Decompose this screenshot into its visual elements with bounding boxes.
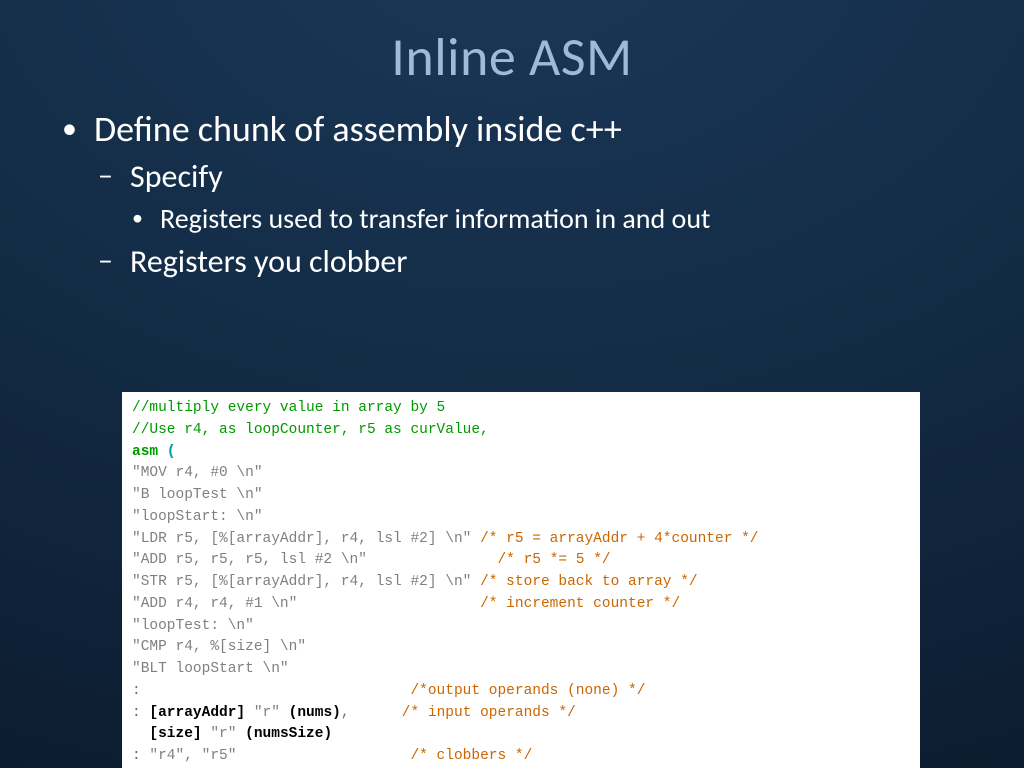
code-clob-comment: /* clobbers */ [410,748,532,764]
code-str-5: "STR r5, [%[arrayAddr], r4, lsl #2] \n" [132,574,471,590]
code-comma-0: , [341,705,350,721]
code-str-6: "ADD r4, r4, #1 \n" [132,596,297,612]
bullet-l2-1-text: Registers you clobber [130,242,407,281]
bullet-l2-0-text: Specify [130,157,223,196]
code-str-0: "MOV r4, #0 \n" [132,465,263,481]
code-paren-open: ( [167,444,176,460]
code-keyword-asm: asm [132,444,158,460]
code-colon-0: : [132,683,141,699]
code-str-4: "ADD r5, r5, r5, lsl #2 \n" [132,552,367,568]
bullet-list-l1: Define chunk of assembly inside c++ Spec… [62,108,954,282]
code-in2-name: [size] [149,726,201,742]
code-inline-comment-3: /* r5 = arrayAddr + 4*counter */ [480,531,758,547]
code-in1-name: [arrayAddr] [149,705,245,721]
bullet-l1-0-text: Define chunk of assembly inside c++ [94,107,622,151]
code-colon-2: : [132,748,141,764]
code-colon-1: : [132,705,141,721]
code-in1-val: (nums) [289,705,341,721]
bullet-l2-1: Registers you clobber [94,242,954,282]
bullet-l3-0: Registers used to transfer information i… [130,201,720,236]
code-str-2: "loopStart: \n" [132,509,263,525]
code-out-comment: /*output operands (none) */ [410,683,645,699]
bullet-list-l3: Registers used to transfer information i… [130,201,954,236]
bullet-l2-0: Specify Registers used to transfer infor… [94,157,954,236]
code-in1-con: "r" [254,705,280,721]
code-inline-comment-4: /* r5 *= 5 */ [497,552,610,568]
code-in2-con: "r" [210,726,236,742]
code-block: //multiply every value in array by 5 //U… [122,392,920,768]
slide-body: Define chunk of assembly inside c++ Spec… [0,90,1024,282]
code-str-3: "LDR r5, [%[arrayAddr], r4, lsl #2] \n" [132,531,471,547]
slide: Inline ASM Define chunk of assembly insi… [0,0,1024,768]
code-inline-comment-5: /* store back to array */ [480,574,698,590]
code-in-comment: /* input operands */ [402,705,576,721]
code-inline-comment-6: /* increment counter */ [480,596,680,612]
code-str-7: "loopTest: \n" [132,618,254,634]
slide-title: Inline ASM [0,0,1024,90]
code-str-8: "CMP r4, %[size] \n" [132,639,306,655]
code-comment-1: //Use r4, as loopCounter, r5 as curValue… [132,422,489,438]
code-str-1: "B loopTest \n" [132,487,263,503]
code-clobbers: "r4", "r5" [149,748,236,764]
code-comment-0: //multiply every value in array by 5 [132,400,445,416]
code-in2-val: (numsSize) [245,726,332,742]
bullet-list-l2: Specify Registers used to transfer infor… [94,157,954,282]
bullet-l1-0: Define chunk of assembly inside c++ Spec… [62,108,954,282]
code-str-9: "BLT loopStart \n" [132,661,289,677]
bullet-l3-0-text: Registers used to transfer information i… [160,201,710,236]
